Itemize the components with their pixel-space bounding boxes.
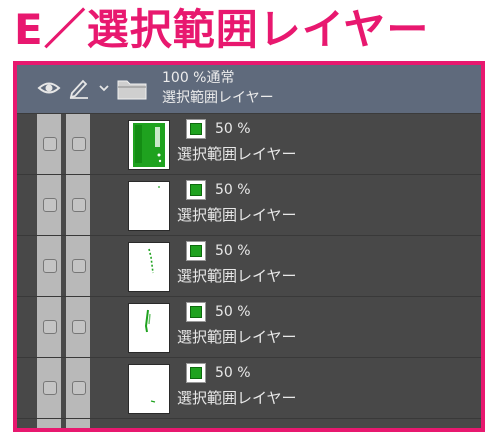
layer-thumbnail: [128, 120, 170, 170]
layer-panel: 100 %通常 選択範囲レイヤー 50 % 選択範囲レイヤー 50 % 選択範囲…: [13, 61, 485, 432]
folder-opacity-blend: 100 %通常: [162, 70, 235, 86]
lock-checkbox[interactable]: [72, 259, 86, 273]
visibility-checkbox[interactable]: [43, 259, 57, 273]
layer-row[interactable]: 50 % 選択範囲レイヤー: [17, 358, 481, 419]
selection-mask-icon[interactable]: [186, 119, 206, 139]
pencil-icon[interactable]: [68, 77, 90, 99]
layer-opacity: 50 %: [215, 304, 251, 320]
layer-name: 選択範囲レイヤー: [177, 389, 297, 407]
selection-mask-icon[interactable]: [186, 180, 206, 200]
layer-thumbnail: [128, 364, 170, 414]
layer-name: 選択範囲レイヤー: [177, 206, 297, 224]
layer-row[interactable]: 50 % 選択範囲レイヤー: [17, 114, 481, 175]
layer-opacity: 50 %: [215, 182, 251, 198]
layer-folder-row[interactable]: 100 %通常 選択範囲レイヤー: [17, 65, 481, 114]
visibility-checkbox[interactable]: [43, 198, 57, 212]
layer-name: 選択範囲レイヤー: [177, 328, 297, 346]
folder-name: 選択範囲レイヤー: [162, 90, 274, 106]
layer-thumbnail: [128, 303, 170, 353]
lock-checkbox[interactable]: [72, 137, 86, 151]
eye-icon[interactable]: [37, 78, 61, 98]
layer-name: 選択範囲レイヤー: [177, 267, 297, 285]
lock-checkbox[interactable]: [72, 381, 86, 395]
visibility-checkbox[interactable]: [43, 137, 57, 151]
selection-mask-icon[interactable]: [186, 302, 206, 322]
layer-row[interactable]: 50 % 選択範囲レイヤー: [17, 297, 481, 358]
layer-thumbnail: [128, 242, 170, 292]
page-title: E／選択範囲レイヤー: [14, 5, 430, 54]
layer-thumbnail: [128, 181, 170, 231]
selection-mask-icon[interactable]: [186, 363, 206, 383]
layer-name: 選択範囲レイヤー: [177, 145, 297, 163]
chevron-down-icon[interactable]: [97, 81, 111, 95]
visibility-checkbox[interactable]: [43, 320, 57, 334]
lock-checkbox[interactable]: [72, 198, 86, 212]
lock-checkbox[interactable]: [72, 320, 86, 334]
layer-row[interactable]: 50 % 選択範囲レイヤー: [17, 236, 481, 297]
layer-row[interactable]: 50 % 選択範囲レイヤー: [17, 175, 481, 236]
selection-mask-icon[interactable]: [186, 241, 206, 261]
visibility-checkbox[interactable]: [43, 381, 57, 395]
layer-opacity: 50 %: [215, 243, 251, 259]
layer-opacity: 50 %: [215, 365, 251, 381]
folder-icon: [117, 80, 147, 100]
layer-opacity: 50 %: [215, 121, 251, 137]
